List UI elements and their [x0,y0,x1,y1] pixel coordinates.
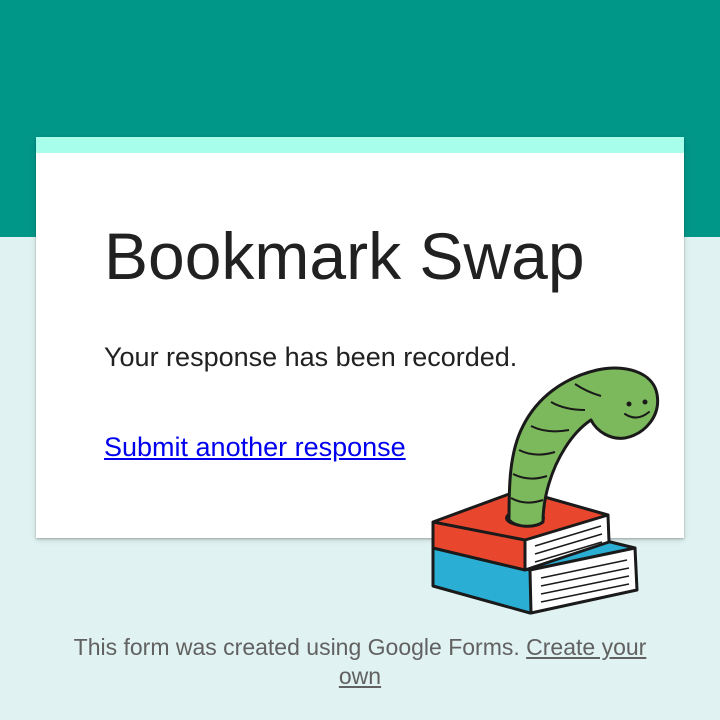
footer-text: This form was created using Google Forms… [73,634,520,660]
submit-another-response-link[interactable]: Submit another response [104,431,406,463]
form-title: Bookmark Swap [104,219,585,293]
worm [507,366,660,528]
footer: This form was created using Google Forms… [60,633,660,691]
bookworm-on-books-icon [431,366,660,615]
card-accent-bar [36,137,684,153]
